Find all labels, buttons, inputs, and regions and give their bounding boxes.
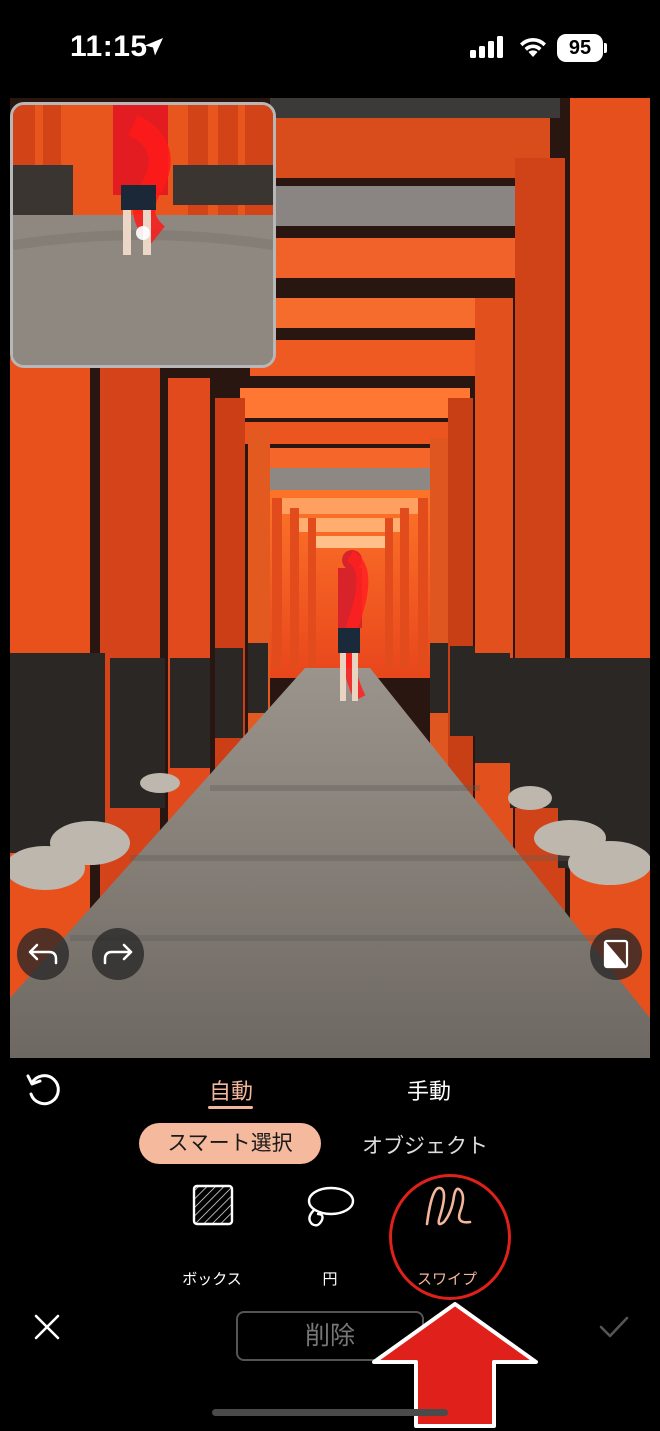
magnifier-image (13, 105, 273, 365)
reset-icon[interactable] (24, 1070, 64, 1110)
battery-tip (604, 43, 607, 53)
status-time: 11:15 (70, 30, 148, 63)
battery-icon: 95 (557, 34, 603, 62)
object-select-chip[interactable]: オブジェクト (362, 1130, 488, 1160)
box-select-icon (192, 1184, 234, 1226)
tab-auto[interactable]: 自動 (209, 1074, 253, 1106)
compare-icon (603, 939, 629, 969)
lasso-icon (307, 1186, 355, 1227)
compare-button[interactable] (590, 928, 642, 980)
status-bar: 11:15 95 (0, 0, 660, 96)
redo-icon (103, 943, 133, 965)
signal-icon (470, 36, 503, 58)
undo-icon (28, 943, 58, 965)
magnifier-preview (10, 102, 276, 368)
smart-select-chip[interactable]: スマート選択 (139, 1123, 321, 1164)
tab-manual[interactable]: 手動 (407, 1074, 451, 1106)
swipe-highlight-circle (389, 1174, 511, 1300)
tool-circle-label: 円 (322, 1270, 338, 1288)
undo-button[interactable] (17, 928, 69, 980)
tool-box-label: ボックス (182, 1270, 242, 1288)
tab-auto-underline (208, 1106, 253, 1109)
home-indicator[interactable] (212, 1409, 448, 1416)
location-arrow-icon (145, 38, 163, 56)
redo-button[interactable] (92, 928, 144, 980)
wifi-icon (520, 37, 546, 57)
check-icon[interactable] (598, 1314, 630, 1340)
close-icon[interactable] (32, 1312, 62, 1342)
